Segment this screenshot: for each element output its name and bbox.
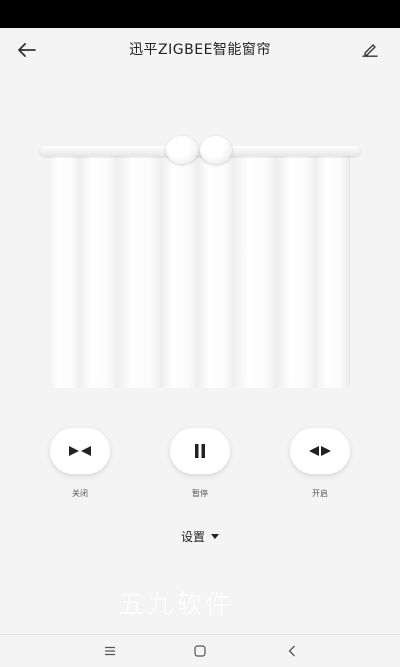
back-chevron-icon — [288, 645, 295, 657]
open-control: 开启 — [288, 428, 352, 499]
pause-icon — [195, 444, 205, 458]
home-button[interactable] — [190, 641, 210, 661]
home-square-icon — [194, 645, 206, 657]
open-curtain-icon — [309, 446, 331, 456]
caret-down-icon — [211, 533, 219, 539]
menu-icon — [105, 646, 115, 656]
open-curtain-button[interactable] — [290, 428, 350, 474]
back-nav-button[interactable] — [282, 641, 302, 661]
page-title: 迅平ZIGBEE智能窗帘 — [129, 42, 271, 58]
system-nav-bar — [0, 634, 400, 667]
status-bar — [0, 0, 400, 28]
curtain-fold — [198, 156, 236, 388]
arrow-left-icon — [18, 43, 36, 57]
pause-control: 暂停 — [168, 428, 232, 499]
curtain-fold — [80, 156, 120, 388]
settings-dropdown[interactable]: 设置 — [0, 528, 400, 545]
close-control: 关闭 — [48, 428, 112, 499]
curtain-illustration — [36, 132, 364, 394]
curtain-fold — [48, 156, 82, 388]
menu-button[interactable] — [100, 641, 120, 661]
close-curtain-button[interactable] — [50, 428, 110, 474]
edit-button[interactable] — [358, 38, 382, 62]
close-curtain-icon — [69, 446, 91, 456]
pause-label: 暂停 — [192, 489, 208, 498]
settings-label: 设置 — [180, 530, 205, 544]
rod-knob-left — [166, 136, 198, 164]
back-button[interactable] — [14, 38, 40, 62]
pencil-icon — [362, 44, 378, 57]
curtain-fold — [162, 156, 200, 388]
curtain-fold — [234, 156, 280, 388]
pause-button[interactable] — [170, 428, 230, 474]
curtain-fold — [118, 156, 164, 388]
close-label: 关闭 — [72, 489, 88, 498]
rod-knob-right — [200, 136, 232, 164]
curtain-fold — [278, 156, 318, 388]
watermark: 五九软件 — [118, 590, 235, 620]
curtain-fold — [316, 156, 350, 388]
open-label: 开启 — [312, 489, 328, 498]
app-header: 迅平ZIGBEE智能窗帘 — [0, 28, 400, 72]
